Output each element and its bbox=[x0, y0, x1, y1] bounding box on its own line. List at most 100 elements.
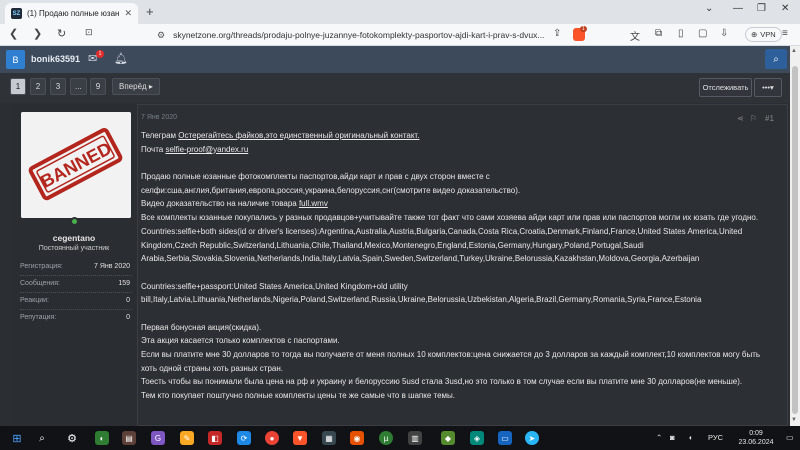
bookmark-post-icon[interactable]: ⚐ bbox=[750, 114, 757, 123]
user-avatar[interactable]: B bbox=[6, 50, 25, 69]
search-icon[interactable]: ⌕ bbox=[765, 49, 787, 69]
post-text: Телеграм bbox=[141, 131, 179, 140]
share-icon[interactable]: ⇪ bbox=[553, 28, 561, 39]
post-line: Arabia,Serbia,Slovakia,Slovenia,Netherla… bbox=[141, 254, 700, 264]
clock-date: 23.06.2024 bbox=[738, 439, 774, 446]
browser-tab-strip: SZ (1) Продаю полные юзанные ф ✕ + ⌄ — ❐… bbox=[0, 0, 800, 24]
post-line: Countries:selfie+passport:United States … bbox=[141, 281, 408, 291]
windows-start-icon[interactable]: ⊞ bbox=[10, 431, 24, 445]
email-link[interactable]: selfie-proof@yandex.ru bbox=[165, 145, 248, 154]
stat-reputation-label: Репутация: bbox=[20, 314, 57, 321]
author-avatar[interactable]: BANNED bbox=[21, 112, 131, 218]
search-taskbar-icon[interactable]: ⌕ bbox=[35, 431, 49, 445]
app-teal-icon[interactable]: ◈ bbox=[470, 431, 484, 445]
page-9-button[interactable]: 9 bbox=[90, 78, 106, 95]
tray-chevron-icon[interactable]: ⌃ bbox=[656, 433, 662, 442]
page-1-button[interactable]: 1 bbox=[10, 78, 26, 95]
stat-registration-label: Регистрация: bbox=[20, 263, 63, 270]
app-green-icon[interactable]: ◐ bbox=[95, 431, 109, 445]
app-gray-icon[interactable]: ▥ bbox=[408, 431, 422, 445]
site-favicon-icon: SZ bbox=[11, 8, 22, 19]
bookmark-icon[interactable]: ⊡ bbox=[85, 27, 93, 38]
stat-divider bbox=[20, 309, 132, 310]
post-body: Телеграм Остерегайтесь файков,это единст… bbox=[141, 129, 781, 403]
app-doc-icon[interactable]: ▭ bbox=[498, 431, 512, 445]
url-text: skynetzone.org/threads/prodaju-polnye-ju… bbox=[173, 30, 545, 40]
page-jump-button[interactable]: ... bbox=[70, 78, 87, 95]
post-line: Эта акция касается только комплектов с п… bbox=[141, 336, 340, 346]
app-orange-icon[interactable]: ◉ bbox=[350, 431, 364, 445]
brave-taskbar-icon[interactable]: ▼ bbox=[293, 431, 307, 445]
extensions-icon[interactable]: ⧉ bbox=[655, 28, 662, 39]
tab-close-icon[interactable]: ✕ bbox=[124, 8, 132, 19]
next-page-button[interactable]: Вперёд ▸ bbox=[112, 78, 160, 95]
stat-messages-value[interactable]: 159 bbox=[118, 280, 130, 287]
scroll-thumb[interactable] bbox=[792, 66, 798, 414]
minimize-icon[interactable]: — bbox=[733, 3, 743, 14]
app-purple-icon[interactable]: G bbox=[151, 431, 165, 445]
scroll-down-icon[interactable]: ▼ bbox=[791, 417, 797, 423]
username-link[interactable]: bonik63591 bbox=[31, 54, 80, 64]
notes-icon[interactable]: ▦ bbox=[322, 431, 336, 445]
stat-reputation-value: 0 bbox=[126, 314, 130, 321]
bell-icon[interactable]: 🔔︎ bbox=[114, 52, 128, 65]
post-number[interactable]: #1 bbox=[765, 114, 774, 123]
window-close-icon[interactable]: ✕ bbox=[781, 3, 789, 14]
post-line: Первая бонусная акция(скидка). bbox=[141, 322, 262, 332]
url-field[interactable]: ⚙ skynetzone.org/threads/prodaju-polnye-… bbox=[157, 27, 577, 43]
vpn-button[interactable]: ⊕ VPN bbox=[745, 27, 782, 42]
wallet-icon[interactable]: ▢ bbox=[698, 28, 707, 39]
post-line: Тем кто покупает поштучно полные комплек… bbox=[141, 391, 456, 401]
chrome-icon[interactable]: ● bbox=[265, 431, 279, 445]
settings-icon[interactable]: ⚙ bbox=[65, 431, 79, 445]
stat-divider bbox=[20, 292, 132, 293]
language-indicator[interactable]: РУС bbox=[708, 433, 723, 442]
restore-icon[interactable]: ❐ bbox=[757, 3, 766, 14]
new-tab-icon[interactable]: + bbox=[146, 4, 154, 19]
browser-tab[interactable]: SZ (1) Продаю полные юзанные ф ✕ bbox=[5, 3, 138, 24]
vpn-globe-icon: ⊕ bbox=[751, 30, 758, 39]
volume-icon[interactable]: ◖ bbox=[688, 433, 693, 442]
forward-icon[interactable]: ❯ bbox=[33, 27, 42, 40]
thread-tools-button[interactable]: •••▾ bbox=[754, 78, 782, 97]
post-line: Почта selfie-proof@yandex.ru bbox=[141, 143, 781, 157]
post-line: bill,Italy,Latvia,Lithuania,Netherlands,… bbox=[141, 295, 702, 305]
app-blue-icon[interactable]: ⟳ bbox=[237, 431, 251, 445]
site-settings-icon[interactable]: ⚙ bbox=[157, 30, 165, 41]
clock[interactable]: 0:09 23.06.2024 bbox=[733, 429, 779, 447]
network-icon[interactable]: ◙ bbox=[670, 433, 675, 442]
notification-icon[interactable]: ▭ bbox=[786, 433, 794, 442]
post-line: Если вы платите мне 30 долларов то тогда… bbox=[141, 350, 761, 359]
post-line: Телеграм Остерегайтесь файков,это единст… bbox=[141, 129, 781, 143]
menu-icon[interactable]: ≡ bbox=[782, 28, 788, 39]
clock-time: 0:09 bbox=[749, 430, 763, 437]
tab-search-icon[interactable]: ⌄ bbox=[705, 3, 713, 14]
page-3-button[interactable]: 3 bbox=[50, 78, 66, 95]
app-red-icon[interactable]: ◧ bbox=[208, 431, 222, 445]
telegram-link[interactable]: Остерегайтесь файков,это единственный ор… bbox=[178, 131, 419, 140]
watch-thread-button[interactable]: Отслеживать bbox=[699, 78, 752, 97]
post-author-name[interactable]: cegentano bbox=[10, 233, 138, 243]
share-post-icon[interactable]: ⋖ bbox=[737, 114, 744, 123]
download-icon[interactable]: ⇩ bbox=[720, 28, 728, 39]
post-date[interactable]: 7 Янв 2020 bbox=[141, 114, 177, 121]
app-olive-icon[interactable]: ◆ bbox=[441, 431, 455, 445]
page-scrollbar[interactable]: ▲ ▼ bbox=[790, 46, 800, 426]
reload-icon[interactable]: ↻ bbox=[57, 27, 66, 40]
sidebar-icon[interactable]: ▯ bbox=[678, 28, 684, 39]
post-line: Countries:selfie+both sides(id or driver… bbox=[141, 226, 743, 236]
utorrent-icon[interactable]: µ bbox=[379, 431, 393, 445]
archive-icon[interactable]: ▤ bbox=[122, 431, 136, 445]
scroll-up-icon[interactable]: ▲ bbox=[791, 48, 797, 54]
translate-icon[interactable]: 文 bbox=[630, 28, 640, 43]
post-line: Продаю полные юзанные фотокомплекты пасп… bbox=[141, 172, 490, 182]
telegram-icon[interactable]: ➤ bbox=[525, 431, 539, 445]
app-yellow-icon[interactable]: ✎ bbox=[180, 431, 194, 445]
back-icon[interactable]: ❮ bbox=[9, 27, 18, 40]
page-2-button[interactable]: 2 bbox=[30, 78, 46, 95]
video-link[interactable]: full.wmv bbox=[299, 199, 328, 208]
post-line: Видео доказательство на наличие товара f… bbox=[141, 197, 781, 211]
forum-user-bar: B bonik63591 ✉ 1 🔔︎ ⌕ bbox=[0, 46, 790, 73]
